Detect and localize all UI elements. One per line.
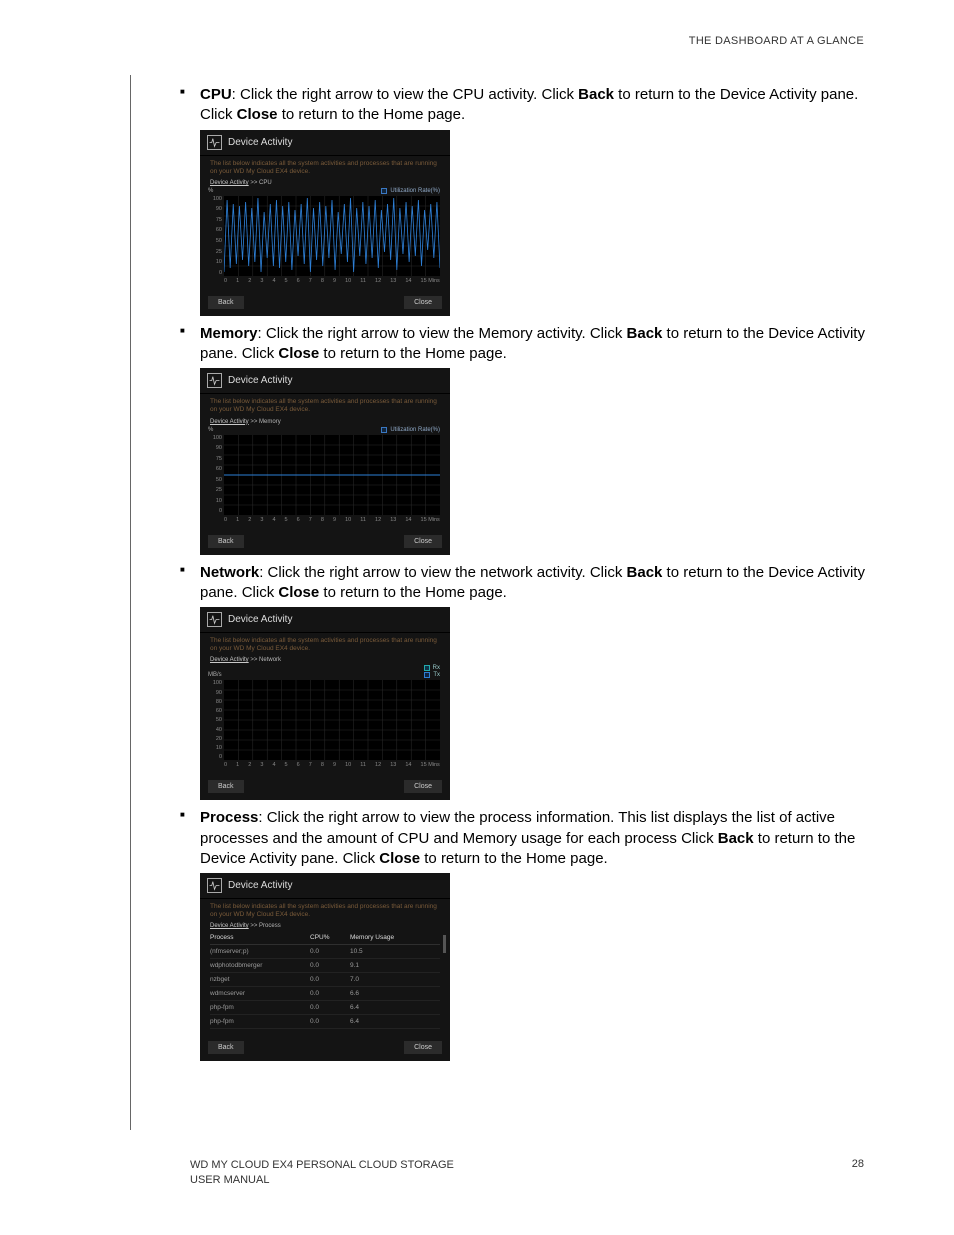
cpu-text: CPU: Click the right arrow to view the C… bbox=[200, 85, 894, 126]
x-axis: 0123456789101112131415 Mins bbox=[224, 760, 440, 770]
footer-manual: USER MANUAL bbox=[190, 1173, 454, 1187]
back-button[interactable]: Back bbox=[208, 1041, 244, 1054]
panel-memory: Device Activity The list below indicates… bbox=[200, 368, 450, 554]
back-button[interactable]: Back bbox=[208, 535, 244, 548]
table-row: nzbget0.07.0 bbox=[210, 973, 440, 987]
activity-icon bbox=[207, 135, 222, 150]
item-process: Process: Click the right arrow to view t… bbox=[200, 808, 894, 1061]
activity-icon bbox=[207, 878, 222, 893]
table-row: (nfmserver;p)0.010.5 bbox=[210, 945, 440, 959]
y-unit: % bbox=[208, 427, 213, 433]
panel-desc: The list below indicates all the system … bbox=[200, 394, 450, 417]
legend-swatch-rx bbox=[424, 665, 430, 671]
panel-title: Device Activity bbox=[228, 137, 292, 148]
y-axis: 1009075605025100 bbox=[210, 435, 224, 515]
legend: Rx Tx bbox=[200, 665, 450, 680]
close-button[interactable]: Close bbox=[404, 780, 442, 793]
back-button[interactable]: Back bbox=[208, 296, 244, 309]
legend-swatch-tx bbox=[424, 672, 430, 678]
legend: Utilization Rate(%) bbox=[200, 188, 450, 196]
bc-root[interactable]: Device Activity bbox=[210, 419, 249, 425]
breadcrumb: Device Activity >> CPU bbox=[200, 179, 450, 188]
legend-swatch bbox=[381, 188, 387, 194]
y-axis: 100908060504020100 bbox=[210, 680, 224, 760]
network-chart: MB/s 100908060504020100 0123456789101112… bbox=[210, 680, 440, 770]
vertical-rule bbox=[130, 75, 131, 1130]
breadcrumb: Device Activity >> Process bbox=[200, 922, 450, 931]
y-unit: MB/s bbox=[208, 672, 222, 678]
breadcrumb: Device Activity >> Network bbox=[200, 656, 450, 665]
close-button[interactable]: Close bbox=[404, 296, 442, 309]
y-unit: % bbox=[208, 188, 213, 194]
panel-title: Device Activity bbox=[228, 614, 292, 625]
breadcrumb: Device Activity >> Memory bbox=[200, 418, 450, 427]
memory-chart: % 1009075605025100 012345678910111213141… bbox=[210, 435, 440, 525]
page-number: 28 bbox=[852, 1158, 864, 1187]
activity-icon bbox=[207, 612, 222, 627]
network-text: Network: Click the right arrow to view t… bbox=[200, 563, 894, 604]
y-axis: 1009075605025100 bbox=[210, 196, 224, 276]
page-footer: WD MY CLOUD EX4 PERSONAL CLOUD STORAGE U… bbox=[130, 1158, 894, 1187]
item-network: Network: Click the right arrow to view t… bbox=[200, 563, 894, 801]
panel-desc: The list below indicates all the system … bbox=[200, 633, 450, 656]
table-row: wdphotodbmerger0.09.1 bbox=[210, 959, 440, 973]
cpu-chart: % 1009075605025100 012345678910111213141… bbox=[210, 196, 440, 286]
scrollbar[interactable] bbox=[443, 935, 446, 953]
panel-process: Device Activity The list below indicates… bbox=[200, 873, 450, 1061]
footer-product: WD MY CLOUD EX4 PERSONAL CLOUD STORAGE bbox=[190, 1158, 454, 1172]
panel-desc: The list below indicates all the system … bbox=[200, 156, 450, 179]
activity-icon bbox=[207, 373, 222, 388]
panel-title: Device Activity bbox=[228, 880, 292, 891]
item-cpu: CPU: Click the right arrow to view the C… bbox=[200, 85, 894, 316]
bc-root[interactable]: Device Activity bbox=[210, 923, 249, 929]
bc-root[interactable]: Device Activity bbox=[210, 657, 249, 663]
close-button[interactable]: Close bbox=[404, 1041, 442, 1054]
panel-title: Device Activity bbox=[228, 375, 292, 386]
panel-desc: The list below indicates all the system … bbox=[200, 899, 450, 922]
table-row: php-fpm0.06.4 bbox=[210, 1001, 440, 1015]
legend-swatch bbox=[381, 427, 387, 433]
panel-cpu: Device Activity The list below indicates… bbox=[200, 130, 450, 316]
table-row: wdmcserver0.06.6 bbox=[210, 987, 440, 1001]
panel-network: Device Activity The list below indicates… bbox=[200, 607, 450, 800]
table-row: php-fpm0.06.4 bbox=[210, 1015, 440, 1029]
item-memory: Memory: Click the right arrow to view th… bbox=[200, 324, 894, 555]
back-button[interactable]: Back bbox=[208, 780, 244, 793]
x-axis: 0123456789101112131415 Mins bbox=[224, 276, 440, 286]
page-header: THE DASHBOARD AT A GLANCE bbox=[130, 35, 894, 47]
bc-root[interactable]: Device Activity bbox=[210, 180, 249, 186]
memory-text: Memory: Click the right arrow to view th… bbox=[200, 324, 894, 365]
legend: Utilization Rate(%) bbox=[200, 427, 450, 435]
plot-area bbox=[224, 680, 440, 760]
plot-area bbox=[224, 435, 440, 515]
x-axis: 0123456789101112131415 Mins bbox=[224, 515, 440, 525]
plot-area bbox=[224, 196, 440, 276]
process-table: Process CPU% Memory Usage (nfmserver;p)0… bbox=[210, 931, 440, 1029]
process-text: Process: Click the right arrow to view t… bbox=[200, 808, 894, 869]
close-button[interactable]: Close bbox=[404, 535, 442, 548]
content: CPU: Click the right arrow to view the C… bbox=[130, 85, 894, 1061]
table-header: Process CPU% Memory Usage bbox=[210, 931, 440, 945]
